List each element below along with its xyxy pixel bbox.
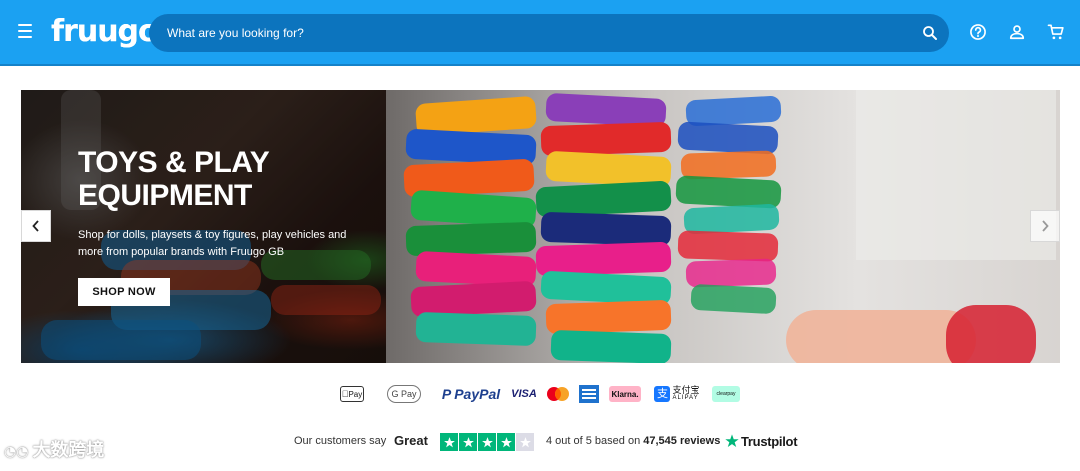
trustpilot-rating-word: Great <box>394 433 428 448</box>
banner-description: Shop for dolls, playsets & toy figures, … <box>78 229 347 258</box>
trustpilot-logo[interactable]: Trustpilot <box>724 432 804 452</box>
search-bar <box>149 14 949 52</box>
fruugo-logo[interactable]: fruugo <box>51 12 159 52</box>
star-filled-icon <box>440 433 458 451</box>
shop-now-button[interactable]: SHOP NOW <box>78 278 170 306</box>
trustpilot-intro: Our customers say <box>294 435 387 447</box>
trustpilot-summary: 4 out of 5 based on 47,545 reviews <box>546 435 720 447</box>
klarna-logo: Klarna. <box>609 386 641 402</box>
site-header: fruugo <box>0 0 1080 66</box>
account-icon[interactable] <box>1007 22 1027 42</box>
help-icon[interactable] <box>968 22 988 42</box>
banner-photo-toy-stacks <box>386 90 1060 363</box>
apple-pay-label: Pay <box>345 389 362 399</box>
star-filled-icon <box>459 433 477 451</box>
star-empty-icon <box>516 433 534 451</box>
trustpilot-review-suffix: reviews <box>679 435 721 447</box>
star-filled-icon <box>497 433 515 451</box>
paypal-label: PayPal <box>454 386 501 402</box>
carousel-next-button[interactable] <box>1030 210 1060 242</box>
paypal-logo: P PayPal <box>441 386 501 402</box>
alipay-logo: 支 支付宝 ALIPAY <box>651 384 703 404</box>
trustpilot-review-count: 47,545 <box>643 435 677 447</box>
chevron-right-icon <box>1042 220 1049 232</box>
google-pay-logo: G Pay <box>387 385 421 403</box>
menu-button[interactable] <box>14 20 36 44</box>
payment-methods: Pay G Pay PPayPal VISA Klarna. 支 支付宝 AL… <box>340 384 750 406</box>
amex-logo <box>579 385 599 403</box>
alipay-en-label: ALIPAY <box>672 395 699 401</box>
trustpilot-brand: Trustpilot <box>741 434 798 449</box>
apple-pay-logo: Pay <box>340 386 364 402</box>
hero-banner[interactable]: TOYS & PLAY EQUIPMENT Shop for dolls, pl… <box>21 90 1060 363</box>
trustpilot-widget[interactable]: Our customers say Great 4 out of 5 based… <box>294 432 814 452</box>
visa-logo: VISA <box>511 388 537 400</box>
trustpilot-stars <box>440 433 535 451</box>
mastercard-logo <box>545 384 571 404</box>
search-icon[interactable] <box>921 24 939 42</box>
menu-icon-bar <box>18 24 32 26</box>
alipay-cn-label: 支付宝 <box>672 385 700 395</box>
clearpay-logo: clearpay <box>712 386 740 402</box>
watermark-logo: ◔◔ 大数跨境 <box>4 440 105 461</box>
search-input[interactable] <box>167 14 907 52</box>
menu-icon-bar <box>18 36 32 38</box>
trustpilot-star-icon <box>725 434 739 447</box>
cart-icon[interactable] <box>1046 22 1066 42</box>
star-filled-icon <box>478 433 496 451</box>
watermark-text: 大数跨境 <box>32 440 105 461</box>
menu-icon-bar <box>18 30 32 32</box>
carousel-prev-button[interactable] <box>21 210 51 242</box>
banner-title: TOYS & PLAY EQUIPMENT <box>78 146 269 212</box>
trustpilot-rating-prefix: 4 out of 5 based on <box>546 435 641 447</box>
chevron-left-icon <box>32 220 39 232</box>
